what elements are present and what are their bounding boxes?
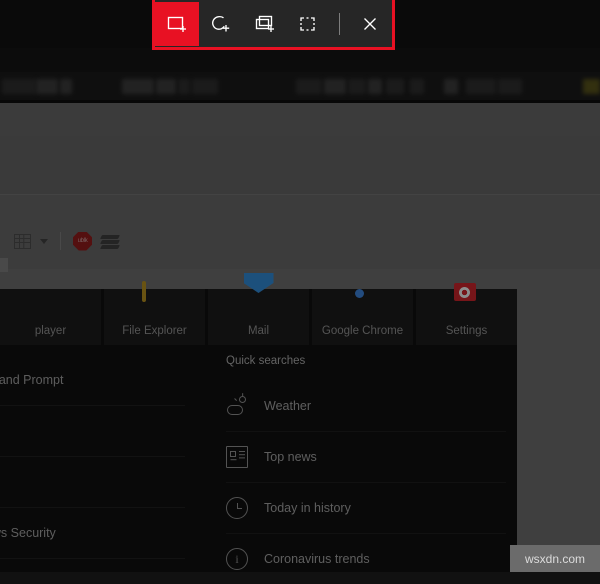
quick-searches-heading: Quick searches (226, 355, 306, 367)
quick-searches-section: Quick searches Weather Top news Today in… (226, 355, 506, 584)
tile-settings[interactable]: Settings (416, 283, 517, 345)
quick-search-label: Top news (264, 450, 317, 464)
blurred-chip (192, 79, 218, 94)
tile-label: File Explorer (122, 325, 187, 337)
gear-icon (453, 283, 480, 303)
app-label: dows Security (0, 526, 56, 540)
blurred-chip (410, 79, 424, 94)
watermark-text: wsxdn.com (524, 551, 586, 566)
window-snip-icon (255, 15, 275, 32)
dropdown-caret-icon[interactable] (40, 238, 48, 244)
quick-search-coronavirus-trends[interactable]: i Coronavirus trends (226, 534, 506, 584)
desktop-background: ublk player File Explorer Mail Google Ch… (0, 0, 600, 572)
tile-mail[interactable]: Mail (208, 289, 309, 345)
browser-title-bar (0, 48, 600, 72)
quick-search-weather[interactable]: Weather (226, 381, 506, 432)
blurred-chip (444, 79, 458, 94)
blurred-chip (156, 79, 176, 94)
blurred-chip (122, 79, 154, 94)
blurred-chip (296, 79, 322, 94)
blurred-chip (466, 79, 496, 94)
page-left-nub (0, 258, 8, 272)
rectangular-snip-button[interactable] (155, 1, 200, 46)
tile-google-chrome[interactable]: Google Chrome (312, 289, 413, 345)
quick-search-top-news[interactable]: Top news (226, 432, 506, 483)
start-menu-app-list: mmand Prompt nt nes dows Security (0, 355, 185, 559)
toolbar-divider (339, 12, 340, 35)
blurred-chip (498, 79, 522, 94)
tile-file-explorer[interactable]: File Explorer (104, 281, 205, 345)
snipping-toolbar (152, 0, 395, 50)
table-grid-icon[interactable] (14, 233, 31, 249)
info-icon: i (226, 548, 248, 570)
layers-icon[interactable] (100, 233, 121, 249)
freeform-snip-button[interactable] (199, 2, 243, 46)
tile-label: Google Chrome (321, 325, 404, 337)
blurred-chip (60, 79, 72, 94)
mail-icon (246, 283, 272, 303)
fullscreen-snip-button[interactable] (287, 2, 331, 46)
news-icon (226, 446, 248, 468)
quick-search-label: Today in history (264, 501, 351, 515)
watermark: wsxdn.com (510, 545, 600, 572)
close-icon (363, 17, 376, 30)
start-menu-tiles: player File Explorer Mail Google Chrome … (0, 281, 517, 345)
list-item[interactable]: dows Security (0, 508, 185, 559)
page-pane-top (0, 103, 600, 136)
blurred-chip-highlight (583, 79, 600, 94)
window-snip-button[interactable] (243, 2, 287, 46)
page-pane-mid (0, 136, 600, 194)
ublock-stop-icon[interactable]: ublk (73, 231, 92, 251)
clock-icon (226, 497, 248, 519)
blurred-chip (178, 79, 190, 94)
weather-icon (226, 393, 248, 417)
quick-search-today-in-history[interactable]: Today in history (226, 483, 506, 534)
fullscreen-snip-icon (300, 16, 315, 31)
blurred-chip (348, 79, 366, 94)
tile-label: player (34, 325, 67, 337)
blurred-chip (2, 79, 36, 94)
blurred-chip (324, 79, 346, 94)
freeform-snip-icon (212, 15, 230, 31)
blurred-chip (368, 79, 382, 94)
close-button[interactable] (348, 2, 392, 46)
tile-label: Mail (247, 325, 270, 337)
folder-icon (141, 281, 168, 303)
blurred-chip (386, 79, 404, 94)
list-item[interactable]: nt (0, 406, 185, 457)
toolbar-divider (60, 232, 61, 250)
start-menu: player File Explorer Mail Google Chrome … (0, 281, 517, 572)
app-label: mmand Prompt (0, 373, 64, 387)
blurred-chip (36, 79, 58, 94)
list-item[interactable]: nes (0, 457, 185, 508)
chrome-icon (350, 283, 376, 303)
tile-label: Settings (445, 325, 488, 337)
quick-search-label: Weather (264, 399, 312, 413)
list-item[interactable]: mmand Prompt (0, 355, 185, 406)
page-pane-toolbar-row (0, 195, 600, 221)
browser-extension-toolbar: ublk (14, 228, 121, 254)
rectangular-snip-icon (167, 16, 186, 32)
tile-media-player[interactable]: player (0, 289, 101, 345)
quick-search-label: Coronavirus trends (264, 552, 370, 566)
